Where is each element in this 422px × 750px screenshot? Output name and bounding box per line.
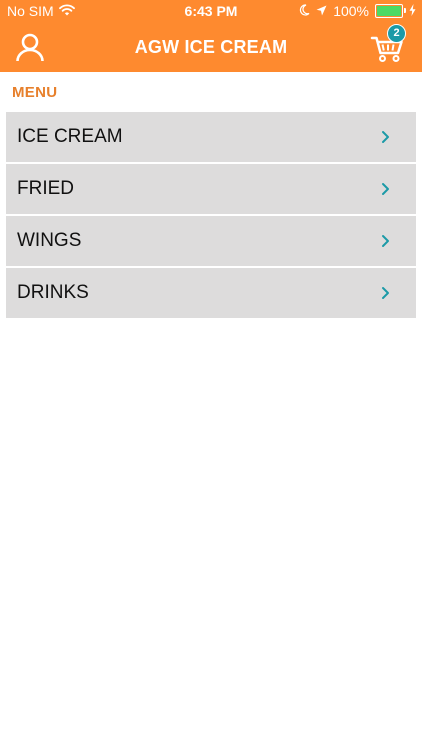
cart-count-badge: 2 <box>387 24 406 43</box>
app-title: AGW ICE CREAM <box>134 37 288 57</box>
menu-item-label: ICE CREAM <box>17 126 123 147</box>
charging-bolt-icon <box>409 3 416 19</box>
menu-item-fried[interactable]: FRIED <box>6 164 416 216</box>
section-title: MENU <box>12 84 58 101</box>
menu-item-drinks[interactable]: DRINKS <box>6 268 416 318</box>
chevron-right-icon <box>381 234 390 248</box>
menu-item-label: WINGS <box>17 230 82 251</box>
battery-percent: 100% <box>333 3 369 19</box>
nav-bar: AGW ICE CREAM 2 <box>0 24 422 72</box>
battery-icon <box>375 4 406 18</box>
battery-level <box>377 6 401 16</box>
chevron-right-icon <box>381 182 390 196</box>
menu-item-label: DRINKS <box>17 282 89 303</box>
moon-icon <box>299 3 310 19</box>
cart-icon <box>370 36 406 68</box>
menu-item-label: FRIED <box>17 178 74 199</box>
status-bar: No SIM 6:43 PM 100% <box>0 0 422 24</box>
header: No SIM 6:43 PM 100% AGW ICE CREAM 2 <box>0 0 422 72</box>
menu-list: ICE CREAM FRIED WINGS DRINKS <box>6 112 416 318</box>
menu-item-ice-cream[interactable]: ICE CREAM <box>6 112 416 164</box>
chevron-right-icon <box>381 286 390 300</box>
cart-button[interactable]: 2 <box>370 24 406 64</box>
status-right: 100% <box>299 3 416 19</box>
chevron-right-icon <box>381 130 390 144</box>
location-arrow-icon <box>316 3 327 19</box>
menu-item-wings[interactable]: WINGS <box>6 216 416 268</box>
app-screen: No SIM 6:43 PM 100% AGW ICE CREAM 2 MENU… <box>0 0 422 750</box>
